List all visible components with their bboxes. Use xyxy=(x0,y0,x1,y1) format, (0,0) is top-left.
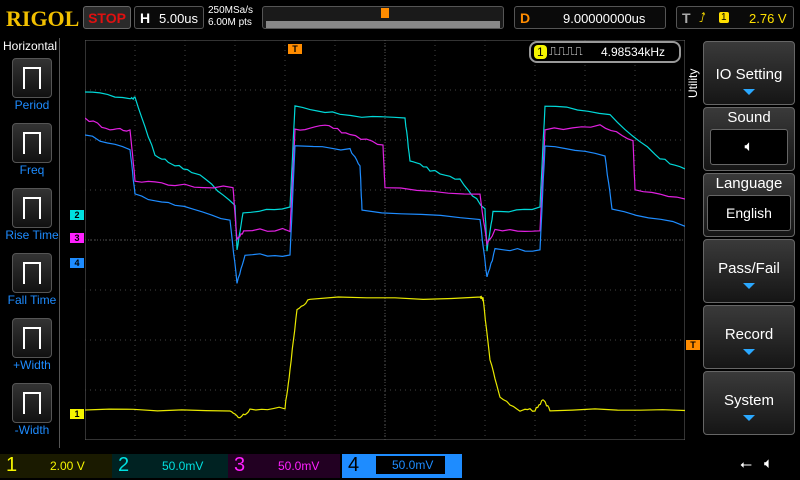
button-label: Record xyxy=(704,326,794,343)
system-button[interactable]: System xyxy=(703,371,795,435)
positive-width-icon xyxy=(23,327,41,349)
trigger-position-marker[interactable]: T xyxy=(288,44,302,54)
arrow-down-icon xyxy=(743,349,755,355)
speaker-icon: 🔈︎ xyxy=(764,455,773,472)
channel-number: 4 xyxy=(348,454,359,477)
menu-item-label: -Width xyxy=(0,423,64,437)
record-button[interactable]: Record xyxy=(703,305,795,369)
trigger-level-marker[interactable]: T xyxy=(686,340,700,350)
ch4-scale-box[interactable]: 4 50.0mV xyxy=(342,454,462,478)
period-button[interactable] xyxy=(12,58,52,98)
channel-number: 2 xyxy=(118,454,129,477)
frequency-icon xyxy=(23,132,41,154)
ch2-offset-marker[interactable]: 2 xyxy=(70,210,84,220)
timebase-value: 5.00us xyxy=(159,11,198,26)
io-setting-button[interactable]: IO Setting xyxy=(703,41,795,105)
button-label: System xyxy=(704,392,794,409)
t-label: T xyxy=(682,10,691,26)
delay-box[interactable]: D 9.00000000us xyxy=(514,6,666,29)
ch4-offset-marker[interactable]: 4 xyxy=(70,258,84,268)
menu-item-label: Freq xyxy=(0,163,64,177)
memory-depth: 6.00M pts xyxy=(208,17,253,29)
menu-item-label: +Width xyxy=(0,358,64,372)
button-label: Pass/Fail xyxy=(704,260,794,277)
acquisition-info: 250MSa/s 6.00M pts xyxy=(208,5,253,29)
positive-width-button[interactable] xyxy=(12,318,52,358)
menu-item-label: Period xyxy=(0,98,64,112)
fall-time-button[interactable] xyxy=(12,253,52,293)
h-label: H xyxy=(140,10,150,26)
negative-width-icon xyxy=(23,392,41,414)
memory-waveform-overview xyxy=(266,21,500,28)
channel-scale: 50.0mV xyxy=(278,459,319,473)
trigger-box[interactable]: T ⭜ 1 2.76 V xyxy=(676,6,794,29)
fall-time-icon xyxy=(23,262,41,284)
frequency-button[interactable] xyxy=(12,123,52,163)
rigol-logo: RIGOL xyxy=(6,6,79,32)
rise-time-button[interactable] xyxy=(12,188,52,228)
rise-time-icon xyxy=(23,197,41,219)
channel-scale: 2.00 V xyxy=(50,459,85,473)
pass-fail-button[interactable]: Pass/Fail xyxy=(703,239,795,303)
d-label: D xyxy=(520,10,530,26)
run-stop-status[interactable]: STOP xyxy=(83,6,131,29)
menu-title: Horizontal xyxy=(3,39,57,53)
ch3-offset-marker[interactable]: 3 xyxy=(70,233,84,243)
speaker-icon: 🔈︎ xyxy=(710,129,788,165)
sound-button[interactable]: Sound 🔈︎ xyxy=(703,107,795,171)
menu-item-label: Rise Time xyxy=(0,228,64,242)
arrow-down-icon xyxy=(743,89,755,95)
ch3-scale-box[interactable]: 3 50.0mV xyxy=(228,454,340,478)
trigger-position-icon xyxy=(381,8,389,18)
delay-value: 9.00000000us xyxy=(563,11,645,26)
button-label: Sound xyxy=(704,109,794,126)
channel-number: 1 xyxy=(6,454,17,477)
arrow-down-icon xyxy=(743,283,755,289)
menu-title: Utility xyxy=(686,69,700,98)
rising-edge-icon: ⭜ xyxy=(699,10,706,26)
memory-timeline xyxy=(262,6,504,29)
timebase-box[interactable]: H 5.00us xyxy=(134,6,204,29)
button-label: Language xyxy=(704,175,794,192)
button-label: IO Setting xyxy=(704,66,794,83)
language-button[interactable]: Language English xyxy=(703,173,795,237)
ch1-trace xyxy=(85,297,685,418)
channel-number: 3 xyxy=(234,454,245,477)
ch1-offset-marker[interactable]: 1 xyxy=(70,409,84,419)
menu-item-label: Fall Time xyxy=(0,293,64,307)
ch1-scale-box[interactable]: 1 2.00 V xyxy=(0,454,112,478)
language-value: English xyxy=(707,195,791,231)
measurement-value: 4.98534kHz xyxy=(601,45,665,59)
waveform-display[interactable] xyxy=(85,40,685,440)
ch2-scale-box[interactable]: 2 50.0mV xyxy=(112,454,228,478)
trigger-level: 2.76 V xyxy=(749,11,787,26)
square-wave-icon: ⎍⎍⎍⎍ xyxy=(549,44,583,59)
usb-icon: ⭠ xyxy=(740,456,752,473)
frequency-measurement: 1 ⎍⎍⎍⎍ 4.98534kHz xyxy=(529,41,681,63)
measurement-channel: 1 xyxy=(534,45,547,59)
period-icon xyxy=(23,67,41,89)
channel-scale: 50.0mV xyxy=(376,456,445,474)
channel-scale: 50.0mV xyxy=(162,459,203,473)
sample-rate: 250MSa/s xyxy=(208,5,253,17)
negative-width-button[interactable] xyxy=(12,383,52,423)
trigger-source: 1 xyxy=(719,12,729,23)
arrow-down-icon xyxy=(743,415,755,421)
